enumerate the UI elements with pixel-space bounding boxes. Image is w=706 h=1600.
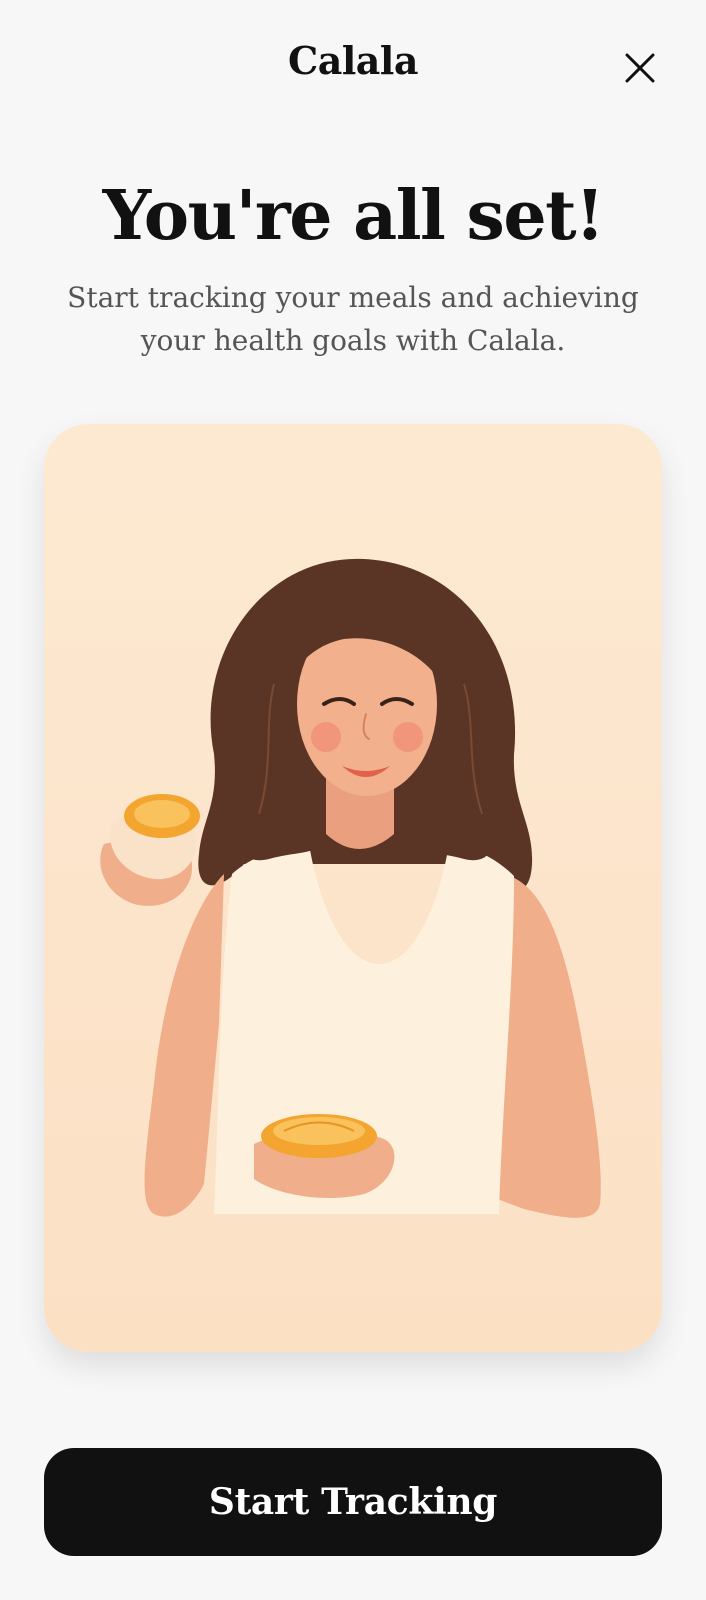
top-bar: Calala bbox=[0, 0, 706, 140]
app-logo: Calala bbox=[288, 38, 418, 83]
woman-with-oranges-illustration bbox=[100, 558, 601, 1218]
start-tracking-button[interactable]: Start Tracking bbox=[44, 1448, 662, 1556]
close-icon bbox=[625, 53, 655, 83]
close-button[interactable] bbox=[622, 50, 658, 86]
page-title: You're all set! bbox=[102, 176, 605, 256]
illustration-card bbox=[44, 424, 662, 1352]
page-subtitle: Start tracking your meals and achieving … bbox=[67, 281, 639, 357]
